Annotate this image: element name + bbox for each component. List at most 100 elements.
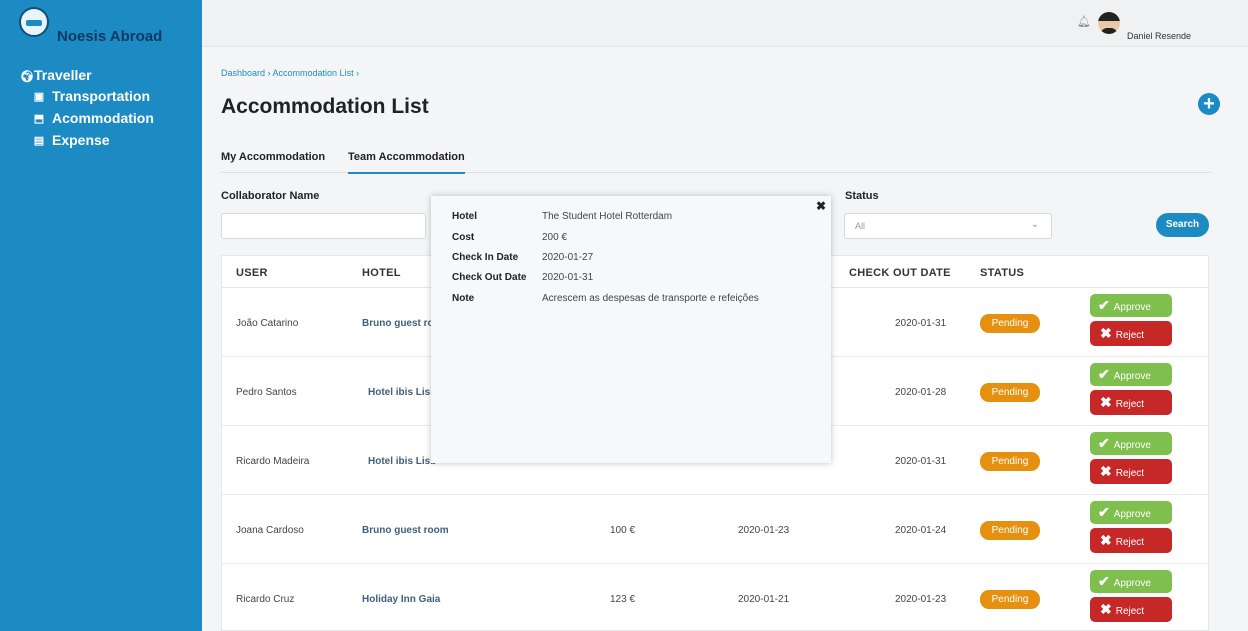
user-cell: Ricardo Madeira xyxy=(236,456,310,467)
check-icon: ✔ xyxy=(1098,504,1110,520)
bell-icon[interactable]: 🔔︎ xyxy=(1077,15,1091,28)
check-icon: ✔ xyxy=(1098,573,1110,589)
sidebar-title[interactable]: 🌍︎Traveller xyxy=(20,67,202,83)
field-value: Acrescem as despesas de transporte e ref… xyxy=(542,293,759,304)
collaborator-name-label: Collaborator Name xyxy=(221,190,320,202)
globe-icon: 🌍︎ xyxy=(20,71,34,83)
reject-label: Reject xyxy=(1115,606,1145,617)
approve-label: Approve xyxy=(1113,578,1151,589)
close-icon: ✖ xyxy=(1100,463,1112,479)
status-badge: Pending xyxy=(980,521,1040,540)
checkout-cell: 2020-01-23 xyxy=(895,594,947,605)
user-cell: Pedro Santos xyxy=(236,387,297,398)
sidebar-item-transportation[interactable]: ▣ Transportation xyxy=(20,85,202,107)
approve-label: Approve xyxy=(1113,440,1151,451)
field-value: 2020-01-31 xyxy=(542,272,594,283)
close-icon[interactable]: ✖ xyxy=(816,199,826,213)
checkout-cell: 2020-01-31 xyxy=(895,318,947,329)
hotel-cell[interactable]: Bruno guest ro xyxy=(362,318,434,329)
hotel-cell[interactable]: Bruno guest room xyxy=(362,525,449,536)
checkin-cell: 2020-01-23 xyxy=(738,525,790,536)
reject-button[interactable]: ✖ Reject xyxy=(1090,459,1172,484)
approve-button[interactable]: ✔ Approve xyxy=(1090,294,1172,317)
avatar[interactable] xyxy=(1098,12,1120,34)
sidebar-item-label: Expense xyxy=(52,132,110,148)
bed-icon: ⬒ xyxy=(33,112,45,125)
checkout-cell: 2020-01-24 xyxy=(895,525,947,536)
approve-button[interactable]: ✔ Approve xyxy=(1090,501,1172,524)
reject-button[interactable]: ✖ Reject xyxy=(1090,390,1172,415)
sidebar-title-label: Traveller xyxy=(34,67,92,83)
briefcase-icon: ▣ xyxy=(33,90,45,103)
chevron-down-icon: ⌄ xyxy=(1030,219,1039,230)
collaborator-name-input[interactable] xyxy=(221,213,426,239)
user-name[interactable]: Daniel Resende xyxy=(1127,31,1191,41)
field-label: Note xyxy=(452,293,475,304)
accommodation-detail-modal: ✖ Hotel The Student Hotel Rotterdam Cost… xyxy=(431,196,831,463)
hotel-cell[interactable]: Holiday Inn Gaia xyxy=(362,594,440,605)
field-value: The Student Hotel Rotterdam xyxy=(542,211,673,222)
top-bar: Noesis Abroad 🔔︎ Daniel Resende ⌄ xyxy=(0,0,1248,51)
table-row[interactable]: Ricardo Cruz Holiday Inn Gaia 123 € 2020… xyxy=(222,564,1208,631)
search-button[interactable]: Search xyxy=(1156,213,1209,237)
status-badge: Pending xyxy=(980,452,1040,471)
breadcrumb[interactable]: Dashboard › Accommodation List › xyxy=(221,68,359,78)
checkout-cell: 2020-01-28 xyxy=(895,387,947,398)
status-badge: Pending xyxy=(980,590,1040,609)
check-icon: ✔ xyxy=(1098,366,1110,382)
user-cell: Joana Cardoso xyxy=(236,525,304,536)
column-header-hotel[interactable]: HOTEL xyxy=(362,267,401,279)
status-badge: Pending xyxy=(980,314,1040,333)
approve-label: Approve xyxy=(1113,371,1151,382)
tab-my-accommodation[interactable]: My Accommodation xyxy=(221,151,325,163)
status-label: Status xyxy=(845,190,879,202)
sidebar-item-acommodation[interactable]: ⬒ Acommodation xyxy=(20,107,202,129)
money-icon: ▤ xyxy=(33,134,45,147)
brand-logo xyxy=(19,7,49,37)
column-header-user[interactable]: USER xyxy=(236,267,268,279)
sidebar: 🌍︎Traveller ▣ Transportation ⬒ Acommodat… xyxy=(0,47,202,631)
field-label: Cost xyxy=(452,232,475,243)
column-header-check-out-date[interactable]: CHECK OUT DATE xyxy=(849,267,951,279)
approve-button[interactable]: ✔ Approve xyxy=(1090,363,1172,386)
user-cell: Ricardo Cruz xyxy=(236,594,295,605)
cost-cell: 100 € xyxy=(610,525,636,536)
hotel-cell[interactable]: Hotel ibis Lisb xyxy=(368,456,436,467)
table-row[interactable]: Joana Cardoso Bruno guest room 100 € 202… xyxy=(222,495,1208,564)
reject-button[interactable]: ✖ Reject xyxy=(1090,597,1172,622)
field-label: Hotel xyxy=(452,211,477,222)
reject-label: Reject xyxy=(1115,468,1145,479)
status-select[interactable]: All ⌄ xyxy=(844,213,1052,239)
tab-bar: My Accommodation Team Accommodation xyxy=(221,147,1211,174)
cost-cell: 123 € xyxy=(610,594,636,605)
close-icon: ✖ xyxy=(1100,601,1112,617)
tab-team-accommodation[interactable]: Team Accommodation xyxy=(348,151,465,174)
page-title: Accommodation List xyxy=(221,95,429,118)
approve-label: Approve xyxy=(1113,302,1151,313)
sidebar-item-expense[interactable]: ▤ Expense xyxy=(20,129,202,151)
approve-label: Approve xyxy=(1113,509,1151,520)
user-cell: João Catarino xyxy=(236,318,299,329)
approve-button[interactable]: ✔ Approve xyxy=(1090,570,1172,593)
brand[interactable]: Noesis Abroad xyxy=(0,0,202,47)
sidebar-item-label: Acommodation xyxy=(52,110,154,126)
add-accommodation-button[interactable]: + xyxy=(1198,93,1220,115)
check-icon: ✔ xyxy=(1098,435,1110,451)
reject-label: Reject xyxy=(1115,330,1145,341)
field-value: 2020-01-27 xyxy=(542,252,594,263)
close-icon: ✖ xyxy=(1100,325,1112,341)
reject-button[interactable]: ✖ Reject xyxy=(1090,321,1172,346)
field-label: Check Out Date xyxy=(452,272,527,283)
reject-button[interactable]: ✖ Reject xyxy=(1090,528,1172,553)
checkout-cell: 2020-01-31 xyxy=(895,456,947,467)
field-value: 200 € xyxy=(542,232,568,243)
approve-button[interactable]: ✔ Approve xyxy=(1090,432,1172,455)
status-badge: Pending xyxy=(980,383,1040,402)
brand-name: Noesis Abroad xyxy=(57,28,163,45)
status-select-value: All xyxy=(855,221,866,231)
column-header-status[interactable]: STATUS xyxy=(980,267,1024,279)
checkin-cell: 2020-01-21 xyxy=(738,594,790,605)
sidebar-item-label: Transportation xyxy=(52,88,151,104)
field-label: Check In Date xyxy=(452,252,519,263)
hotel-cell[interactable]: Hotel ibis Lisb xyxy=(368,387,436,398)
